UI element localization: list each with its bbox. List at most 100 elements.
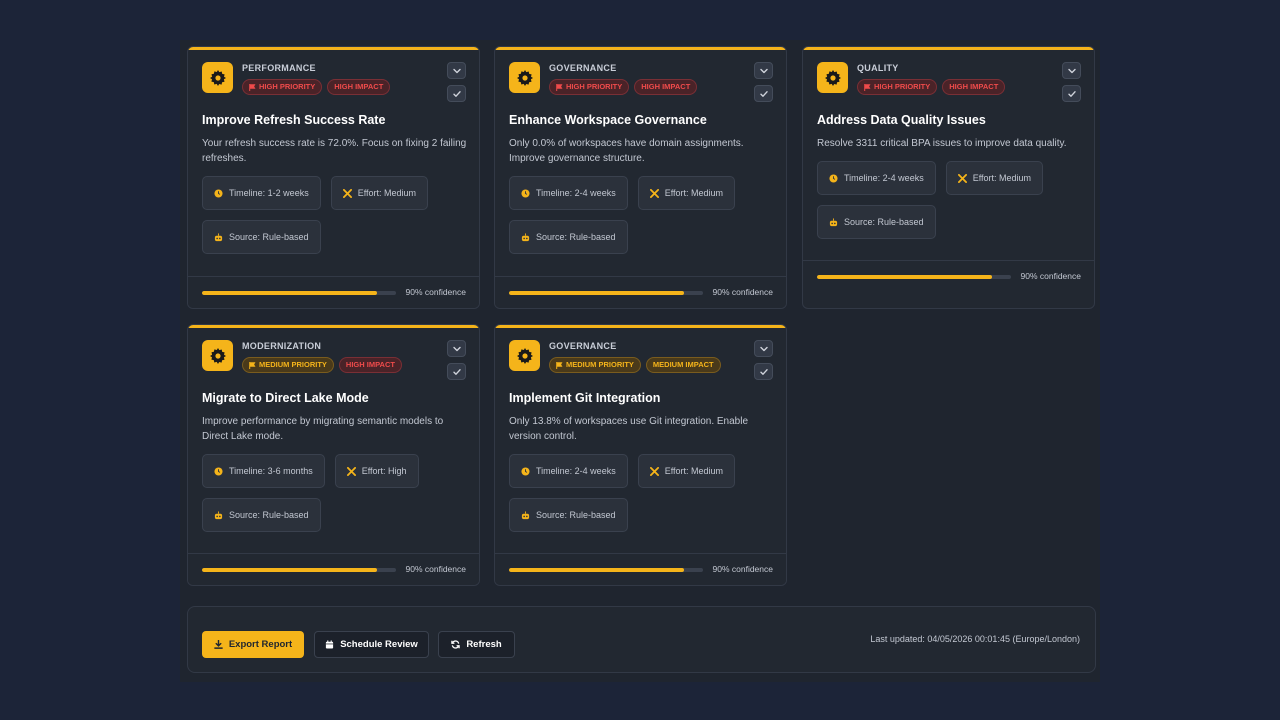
source-label: Source: Rule-based [536, 510, 616, 520]
export-report-button[interactable]: Export Report [202, 631, 304, 658]
timeline-chip: Timeline: 2-4 weeks [509, 176, 628, 210]
robot-icon [214, 511, 223, 520]
effort-chip: Effort: High [334, 454, 419, 488]
refresh-button[interactable]: Refresh [438, 631, 515, 658]
collapse-button[interactable] [754, 62, 773, 79]
confidence-bar [202, 291, 396, 295]
priority-badge: HIGH PRIORITY [857, 79, 938, 95]
card-description: Resolve 3311 critical BPA issues to impr… [817, 138, 1067, 149]
card-title: Improve Refresh Success Rate [202, 113, 386, 127]
tools-icon [650, 467, 659, 476]
flag-icon [249, 362, 256, 369]
card-description: Only 0.0% of workspaces have domain assi… [509, 138, 744, 164]
card-description: Only 13.8% of workspaces use Git integra… [509, 416, 749, 442]
card-description: Your refresh success rate is 72.0%. Focu… [202, 138, 467, 164]
recommendation-card: QUALITY HIGH PRIORITY HIGH IMPACT Addres… [802, 46, 1095, 309]
timeline-label: Timeline: 2-4 weeks [844, 173, 924, 183]
effort-label: Effort: Medium [357, 188, 417, 198]
priority-badge: HIGH PRIORITY [549, 79, 630, 95]
source-chip: Source: Rule-based [202, 220, 321, 254]
card-category: MODERNIZATION [242, 341, 322, 351]
effort-label: Effort: Medium [972, 173, 1032, 183]
collapse-button[interactable] [1062, 62, 1081, 79]
priority-label: MEDIUM PRIORITY [259, 360, 327, 369]
calendar-icon [325, 640, 334, 649]
confidence-label: 90% confidence [712, 564, 774, 574]
confidence-bar [202, 568, 396, 572]
collapse-button[interactable] [447, 62, 466, 79]
tools-icon [958, 174, 967, 183]
effort-chip: Effort: Medium [637, 176, 736, 210]
clock-icon [829, 174, 838, 183]
timeline-chip: Timeline: 2-4 weeks [509, 454, 628, 488]
download-icon [214, 640, 223, 649]
card-title: Implement Git Integration [509, 391, 661, 405]
chevron-down-icon [452, 344, 462, 354]
recommendation-card: MODERNIZATION MEDIUM PRIORITY HIGH IMPAC… [187, 324, 480, 586]
confidence-bar-fill [202, 291, 377, 295]
clock-icon [214, 189, 223, 198]
gear-icon [202, 340, 233, 371]
priority-badge: MEDIUM PRIORITY [242, 357, 334, 373]
export-report-label: Export Report [228, 639, 293, 650]
chevron-down-icon [452, 66, 462, 76]
confidence-bar-fill [202, 568, 377, 572]
schedule-review-button[interactable]: Schedule Review [314, 631, 429, 658]
timeline-label: Timeline: 3-6 months [229, 466, 313, 476]
card-footer: 90% confidence [495, 276, 786, 308]
clock-icon [521, 189, 530, 198]
source-label: Source: Rule-based [229, 232, 309, 242]
collapse-button[interactable] [447, 340, 466, 357]
confidence-label: 90% confidence [712, 287, 774, 297]
mark-complete-button[interactable] [1062, 85, 1081, 102]
timeline-label: Timeline: 2-4 weeks [536, 188, 616, 198]
source-chip: Source: Rule-based [202, 498, 321, 532]
flag-icon [249, 84, 256, 91]
robot-icon [521, 511, 530, 520]
confidence-bar-fill [509, 568, 684, 572]
confidence-bar [817, 275, 1011, 279]
chevron-down-icon [759, 66, 769, 76]
source-chip: Source: Rule-based [817, 205, 936, 239]
card-title: Address Data Quality Issues [817, 113, 986, 127]
robot-icon [829, 218, 838, 227]
refresh-icon [451, 640, 460, 649]
chevron-down-icon [1067, 66, 1077, 76]
impact-badge: MEDIUM IMPACT [645, 357, 721, 373]
confidence-label: 90% confidence [1020, 271, 1082, 281]
card-title: Enhance Workspace Governance [509, 113, 707, 127]
mark-complete-button[interactable] [447, 85, 466, 102]
collapse-button[interactable] [754, 340, 773, 357]
recommendation-card: PERFORMANCE HIGH PRIORITY HIGH IMPACT Im… [187, 46, 480, 309]
recommendation-card: GOVERNANCE HIGH PRIORITY HIGH IMPACT Enh… [494, 46, 787, 309]
flag-icon [556, 84, 563, 91]
card-footer: 90% confidence [495, 553, 786, 585]
source-label: Source: Rule-based [844, 217, 924, 227]
confidence-bar-fill [817, 275, 992, 279]
gear-icon [817, 62, 848, 93]
check-icon [759, 89, 769, 99]
check-icon [1067, 89, 1077, 99]
card-category: GOVERNANCE [549, 63, 617, 73]
card-category: PERFORMANCE [242, 63, 316, 73]
card-footer: 90% confidence [188, 276, 479, 308]
mark-complete-button[interactable] [754, 363, 773, 380]
flag-icon [556, 362, 563, 369]
card-description: Improve performance by migrating semanti… [202, 416, 444, 442]
confidence-bar [509, 568, 703, 572]
effort-chip: Effort: Medium [637, 454, 736, 488]
card-title: Migrate to Direct Lake Mode [202, 391, 369, 405]
mark-complete-button[interactable] [447, 363, 466, 380]
mark-complete-button[interactable] [754, 85, 773, 102]
clock-icon [521, 467, 530, 476]
effort-chip: Effort: Medium [330, 176, 429, 210]
gear-icon [509, 62, 540, 93]
priority-badge: MEDIUM PRIORITY [549, 357, 641, 373]
effort-label: Effort: Medium [664, 188, 724, 198]
chevron-down-icon [759, 344, 769, 354]
impact-badge: HIGH IMPACT [338, 357, 402, 373]
refresh-label: Refresh [466, 639, 502, 650]
impact-badge: HIGH IMPACT [942, 79, 1006, 95]
timeline-chip: Timeline: 3-6 months [202, 454, 325, 488]
card-footer: 90% confidence [188, 553, 479, 585]
